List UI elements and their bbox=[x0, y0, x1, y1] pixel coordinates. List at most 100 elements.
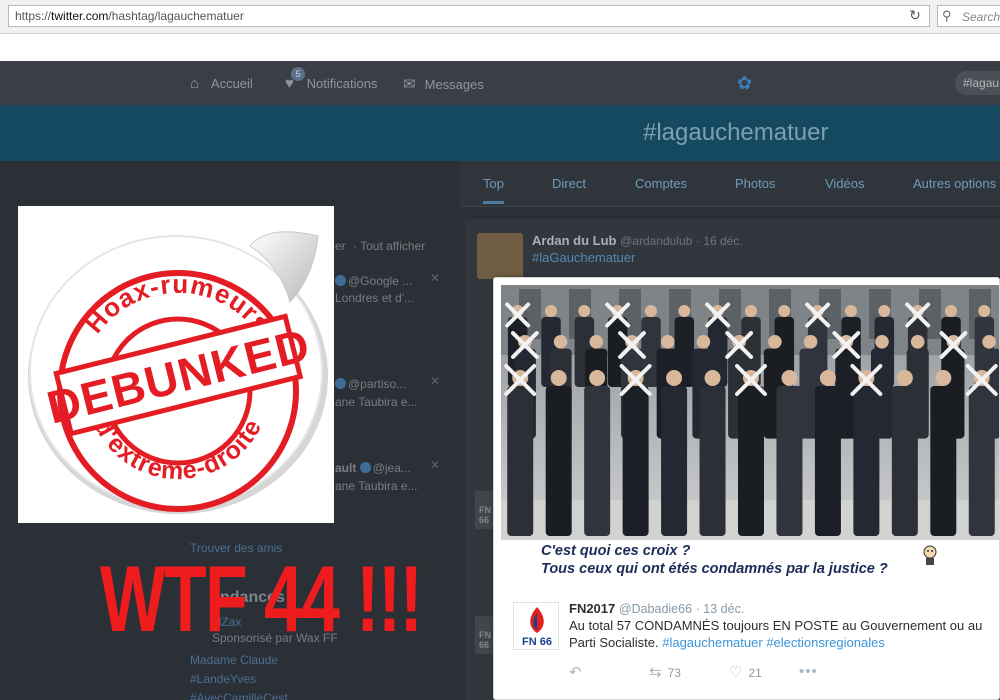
photo-figure-head bbox=[910, 335, 925, 349]
suggestion-1-handle: @Google ... bbox=[335, 274, 412, 288]
browser-search-box[interactable]: ⚲ Search bbox=[937, 5, 1000, 27]
group-photo-graphic bbox=[501, 285, 999, 540]
avatar[interactable]: FN 66 bbox=[513, 602, 559, 650]
tab-videos[interactable]: Vidéos bbox=[825, 176, 865, 191]
suggestions-header-tail: er bbox=[335, 239, 346, 253]
photo-figure-body bbox=[891, 386, 918, 536]
verified-icon bbox=[359, 462, 371, 473]
hashtag-link[interactable]: #electionsregionales bbox=[766, 635, 885, 650]
photo-caption: C'est quoi ces croix ? Tous ceux qui ont… bbox=[501, 540, 999, 580]
verified-icon bbox=[335, 275, 346, 286]
photo-figure-head bbox=[666, 370, 683, 386]
like-button[interactable]: ♡ 21 bbox=[729, 663, 762, 681]
tweet-author[interactable]: FN2017 @Dabadie66 · 13 déc. bbox=[569, 601, 744, 616]
photo-figure-body bbox=[776, 386, 803, 536]
trend-4[interactable]: #AvecCamilleCest bbox=[190, 691, 288, 700]
search-tabs: Top Direct Comptes Photos Vidéos Autres … bbox=[460, 161, 1000, 207]
photo-figure-head bbox=[778, 305, 791, 317]
debunked-stamp-graphic: Hoax-rumeurs d'extrême-droite DEBUNKED bbox=[28, 231, 328, 514]
suggestion-2-line: ane Taubira e... bbox=[335, 395, 418, 409]
photo-figure-head bbox=[768, 335, 782, 349]
photo-figure-body bbox=[545, 386, 572, 536]
photo-figure-head bbox=[878, 305, 891, 317]
close-icon[interactable]: ✕ bbox=[430, 271, 440, 285]
verified-icon bbox=[335, 378, 346, 389]
photo-figure-head bbox=[660, 335, 675, 349]
view-all-link[interactable]: · Tout afficher bbox=[353, 239, 425, 253]
photo-figure-body bbox=[661, 386, 688, 536]
nav-messages[interactable]: ✉ Messages bbox=[403, 75, 484, 93]
photo-figure-body bbox=[622, 386, 649, 536]
photo-figure-head bbox=[589, 335, 604, 349]
reload-icon[interactable]: ↻ bbox=[905, 7, 925, 25]
photo-figure-head bbox=[704, 370, 721, 386]
suggestion-3-name: ault @jea... bbox=[335, 461, 411, 475]
photo-figure-head bbox=[803, 335, 818, 349]
tab-photos[interactable]: Photos bbox=[735, 176, 775, 191]
tweet-author[interactable]: Ardan du Lub @ardandulub · 16 déc. bbox=[532, 233, 743, 248]
photo-figure-head bbox=[945, 305, 957, 317]
more-icon[interactable]: ••• bbox=[799, 663, 818, 680]
photo-figure-body bbox=[507, 386, 534, 536]
tweet-card: C'est quoi ces croix ? Tous ceux qui ont… bbox=[493, 277, 1000, 700]
envelope-icon: ✉ bbox=[403, 76, 416, 93]
photo-figure-body bbox=[814, 386, 841, 536]
photo-figure-head bbox=[553, 335, 568, 349]
like-count: 21 bbox=[748, 666, 762, 680]
photo-figure-body bbox=[968, 386, 995, 536]
tab-more-options[interactable]: Autres options bbox=[913, 176, 996, 191]
fn-logo-icon: FN 66 bbox=[522, 607, 552, 648]
suggestion-3-line: ane Taubira e... bbox=[335, 479, 418, 493]
thinking-face-icon bbox=[923, 545, 937, 565]
photo-figure-head bbox=[781, 370, 798, 386]
photo-figure-head bbox=[578, 305, 591, 317]
trend-3[interactable]: #LandeYves bbox=[190, 672, 256, 686]
top-navigation: ⌂ Accueil ♥ 5 Notifications ✉ Messages ✿… bbox=[0, 61, 1000, 105]
photo-figure-head bbox=[745, 305, 757, 317]
overlay-caption: WTF 44 !!! bbox=[100, 546, 423, 651]
photo-figure-head bbox=[935, 370, 952, 386]
photo-figure-body bbox=[930, 386, 957, 536]
svg-text:FN 66: FN 66 bbox=[522, 636, 552, 648]
tab-top[interactable]: Top bbox=[483, 176, 504, 204]
hashtag-header: #lagauchematuer bbox=[0, 105, 1000, 161]
nav-notifications[interactable]: ♥ 5 Notifications bbox=[285, 67, 377, 92]
photo-figure-head bbox=[589, 370, 606, 386]
photo-figure-head bbox=[550, 370, 567, 386]
retweet-icon: ⇆ bbox=[649, 664, 662, 681]
hashtag-title: #lagauchematuer bbox=[643, 119, 829, 146]
heart-icon: ♡ bbox=[729, 664, 743, 681]
photo-figure-body bbox=[699, 386, 726, 536]
page-top-strip bbox=[0, 35, 1000, 61]
close-icon[interactable]: ✕ bbox=[430, 374, 440, 388]
photo-figure-head bbox=[645, 305, 657, 317]
search-icon: ⚲ bbox=[942, 8, 952, 23]
home-icon: ⌂ bbox=[190, 75, 200, 92]
photo-figure-head bbox=[678, 305, 691, 317]
caption-line-1: C'est quoi ces croix ? bbox=[541, 543, 691, 559]
tweet-hashtag[interactable]: #laGauchematuer bbox=[532, 250, 635, 265]
twitter-search-input[interactable]: #lagau bbox=[955, 71, 1000, 95]
hashtag-link[interactable]: #lagauchematuer bbox=[662, 635, 762, 650]
tweet-actions: ↶ ⇆ 73 ♡ 21 ••• bbox=[569, 663, 989, 683]
reply-icon[interactable]: ↶ bbox=[569, 663, 582, 681]
debunked-sticker: Hoax-rumeurs d'extrême-droite DEBUNKED bbox=[18, 206, 334, 523]
notification-badge: 5 bbox=[291, 67, 305, 81]
retweet-button[interactable]: ⇆ 73 bbox=[649, 663, 681, 681]
twitter-bird-icon[interactable]: ✿ bbox=[737, 73, 752, 94]
suggestion-2-handle: @partiso... bbox=[335, 377, 406, 391]
trend-2[interactable]: Madame Claude bbox=[190, 653, 278, 667]
close-icon[interactable]: ✕ bbox=[430, 458, 440, 472]
tab-direct[interactable]: Direct bbox=[552, 176, 586, 191]
photo-figure-head bbox=[845, 305, 857, 317]
photo-figure-body bbox=[584, 386, 611, 536]
suggestion-1-line: Londres et d'... bbox=[335, 291, 415, 305]
tab-accounts[interactable]: Comptes bbox=[635, 176, 687, 191]
photo-figure-head bbox=[896, 370, 913, 386]
avatar[interactable] bbox=[477, 233, 523, 279]
url-text: https://twitter.com/hashtag/lagauchematu… bbox=[15, 9, 244, 23]
address-bar[interactable]: https://twitter.com/hashtag/lagauchematu… bbox=[8, 5, 930, 27]
nav-home[interactable]: ⌂ Accueil bbox=[190, 75, 253, 92]
browser-search-placeholder: Search bbox=[962, 10, 1000, 24]
tweet-photo[interactable] bbox=[501, 285, 999, 540]
